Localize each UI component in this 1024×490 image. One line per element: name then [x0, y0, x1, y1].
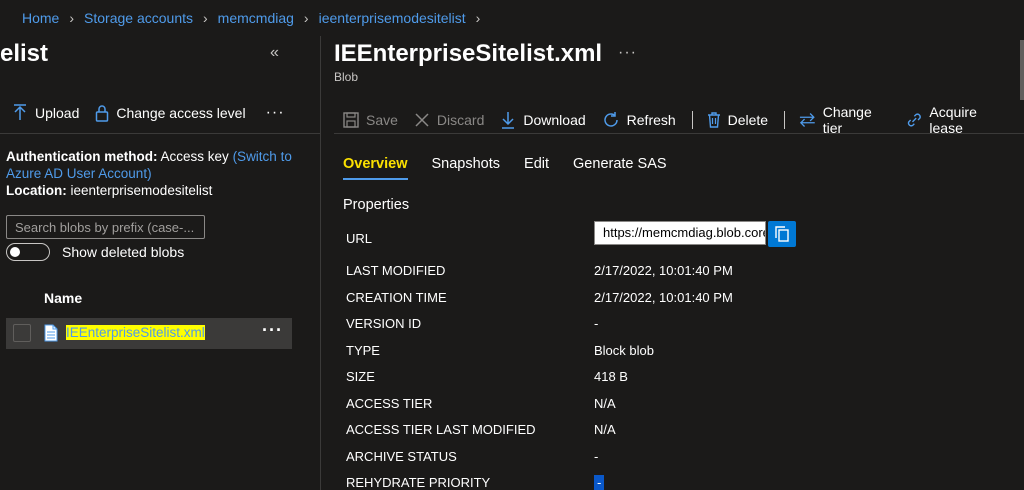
tab-overview[interactable]: Overview: [343, 156, 408, 180]
scrollbar[interactable]: [1020, 40, 1024, 100]
upload-label: Upload: [35, 105, 80, 121]
prop-label-version-id: VERSION ID: [346, 316, 422, 331]
toolbar-separator: [784, 111, 786, 129]
url-label: URL: [346, 231, 373, 246]
discard-label: Discard: [436, 112, 485, 128]
url-field[interactable]: https://memcmdiag.blob.core.windows.net/…: [594, 221, 766, 245]
upload-icon: [14, 104, 26, 120]
divider: [334, 133, 1024, 134]
properties-title: Properties: [343, 197, 410, 213]
prop-value-creation-time: 2/17/2022, 10:01:40 PM: [594, 290, 733, 305]
breadcrumb-home[interactable]: Home: [22, 10, 59, 26]
auth-method-label: Authentication method:: [6, 149, 158, 164]
download-label: Download: [523, 112, 586, 128]
container-title: elist: [0, 40, 49, 67]
prop-label-access-tier: ACCESS TIER: [346, 396, 433, 411]
lock-icon: [96, 105, 109, 122]
breadcrumb: Home › Storage accounts › memcmdiag › ie…: [22, 10, 490, 26]
link-icon: [907, 113, 921, 127]
divider: [0, 133, 320, 134]
row-checkbox[interactable]: [13, 324, 31, 342]
delete-label: Delete: [727, 112, 769, 128]
close-icon: [415, 113, 429, 127]
upload-button[interactable]: Upload: [12, 104, 79, 122]
download-icon: [502, 112, 515, 129]
blade-divider: [320, 36, 321, 490]
blob-more-button[interactable]: ···: [618, 44, 637, 62]
chevron-right-icon: ›: [69, 10, 75, 26]
refresh-button[interactable]: Refresh: [602, 111, 676, 129]
tab-snapshots[interactable]: Snapshots: [432, 156, 501, 180]
chevron-right-icon: ›: [203, 10, 208, 26]
save-label: Save: [366, 112, 398, 128]
prop-label-size: SIZE: [346, 369, 375, 384]
tab-edit[interactable]: Edit: [524, 156, 549, 180]
prop-label-creation-time: CREATION TIME: [346, 290, 447, 305]
prop-value-rehydrate-priority: -: [594, 475, 605, 490]
show-deleted-toggle[interactable]: [6, 243, 50, 261]
table-row[interactable]: IEEnterpriseSitelist.xml ···: [6, 318, 292, 349]
prop-value-last-modified: 2/17/2022, 10:01:40 PM: [594, 263, 733, 278]
prop-value-size: 418 B: [594, 369, 628, 384]
acquire-lease-button[interactable]: Acquire lease: [906, 104, 1008, 136]
row-more-button[interactable]: ···: [262, 320, 283, 341]
container-toolbar: Upload Change access level ···: [12, 104, 285, 122]
breadcrumb-memcmdiag[interactable]: memcmdiag: [218, 10, 294, 26]
acquire-lease-label: Acquire lease: [929, 104, 977, 136]
trash-icon: [707, 112, 720, 128]
prop-label-type: TYPE: [346, 343, 380, 358]
change-tier-label: Change tier: [822, 104, 872, 136]
location-label: Location:: [6, 183, 67, 198]
change-tier-button[interactable]: Change tier: [799, 104, 890, 136]
auth-method-value: Access key: [160, 149, 229, 164]
discard-button[interactable]: Discard: [414, 112, 484, 128]
toolbar-separator: [691, 111, 693, 129]
prop-label-last-modified: LAST MODIFIED: [346, 263, 446, 278]
breadcrumb-storage-accounts[interactable]: Storage accounts: [84, 10, 193, 26]
prop-value-access-tier: N/A: [594, 396, 616, 411]
toolbar-more-button[interactable]: ···: [266, 104, 285, 122]
name-column-header[interactable]: Name: [44, 290, 82, 306]
prop-value-archive-status: -: [594, 449, 599, 464]
prop-label-access-tier-last-modified: ACCESS TIER LAST MODIFIED: [346, 422, 536, 437]
show-deleted-label: Show deleted blobs: [62, 244, 185, 260]
blob-toolbar: Save Discard Download Refresh Delete Cha…: [343, 104, 1024, 136]
prop-value-version-id: -: [594, 316, 599, 331]
file-icon: [44, 324, 58, 342]
blob-name-link[interactable]: IEEnterpriseSitelist.xml: [66, 325, 205, 340]
chevron-right-icon: ›: [303, 10, 309, 26]
refresh-icon: [603, 112, 618, 127]
swap-arrows-icon: [799, 113, 815, 127]
auth-info: Authentication method: Access key (Switc…: [6, 148, 306, 199]
tab-generate-sas[interactable]: Generate SAS: [573, 156, 667, 180]
prop-value-access-tier-last-modified: N/A: [594, 422, 616, 437]
location-value: ieenterprisemodesitelist: [70, 183, 213, 198]
change-access-level-button[interactable]: Change access level: [95, 104, 246, 122]
chevron-right-icon: ›: [475, 10, 481, 26]
copy-url-button[interactable]: [768, 221, 796, 247]
blob-tabs: Overview Snapshots Edit Generate SAS: [343, 156, 667, 180]
change-access-level-label: Change access level: [116, 105, 246, 121]
prop-label-rehydrate-priority: REHYDRATE PRIORITY: [346, 475, 491, 490]
refresh-label: Refresh: [626, 112, 676, 128]
prop-value-type: Block blob: [594, 343, 654, 358]
copy-icon: [775, 226, 789, 242]
save-button[interactable]: Save: [343, 112, 398, 128]
toggle-knob: [10, 247, 20, 257]
delete-button[interactable]: Delete: [707, 112, 768, 128]
blob-title: IEEnterpriseSitelist.xml: [334, 40, 603, 67]
blob-subtitle: Blob: [334, 70, 359, 84]
collapse-icon[interactable]: «: [270, 44, 279, 62]
search-blobs-input[interactable]: [6, 215, 205, 239]
save-icon: [343, 112, 359, 128]
download-button[interactable]: Download: [500, 111, 586, 129]
prop-label-archive-status: ARCHIVE STATUS: [346, 449, 457, 464]
breadcrumb-container[interactable]: ieenterprisemodesitelist: [319, 10, 466, 26]
